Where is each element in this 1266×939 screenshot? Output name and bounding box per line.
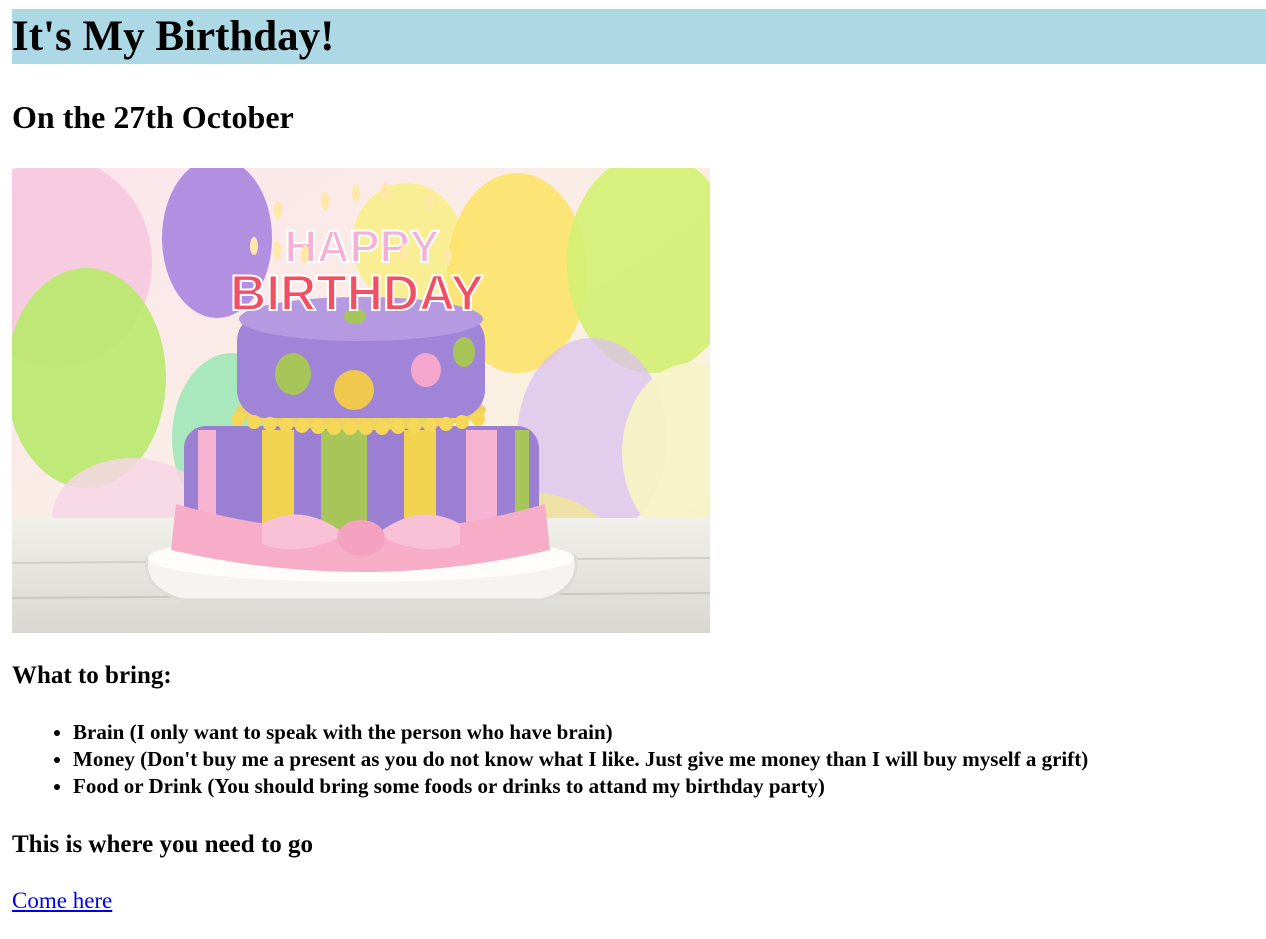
birthday-cake-image: HAPPY BIRTHDAY: [12, 168, 710, 633]
where-to-go-heading: This is where you need to go: [12, 831, 313, 858]
list-item: Food or Drink (You should bring some foo…: [73, 773, 1088, 800]
page-title: It's My Birthday!: [12, 9, 1266, 64]
page-root: It's My Birthday! On the 27th October HA…: [12, 9, 1266, 913]
page-subtitle: On the 27th October: [12, 99, 294, 135]
list-item: Brain (I only want to speak with the per…: [73, 719, 1088, 746]
come-here-link[interactable]: Come here: [12, 888, 112, 914]
what-to-bring-heading: What to bring:: [12, 662, 172, 689]
cake-text-birthday: BIRTHDAY: [230, 265, 484, 321]
bring-list: Brain (I only want to speak with the per…: [12, 719, 1088, 800]
list-item: Money (Don't buy me a present as you do …: [73, 746, 1088, 773]
birthday-cake-illustration: HAPPY BIRTHDAY: [12, 168, 710, 633]
